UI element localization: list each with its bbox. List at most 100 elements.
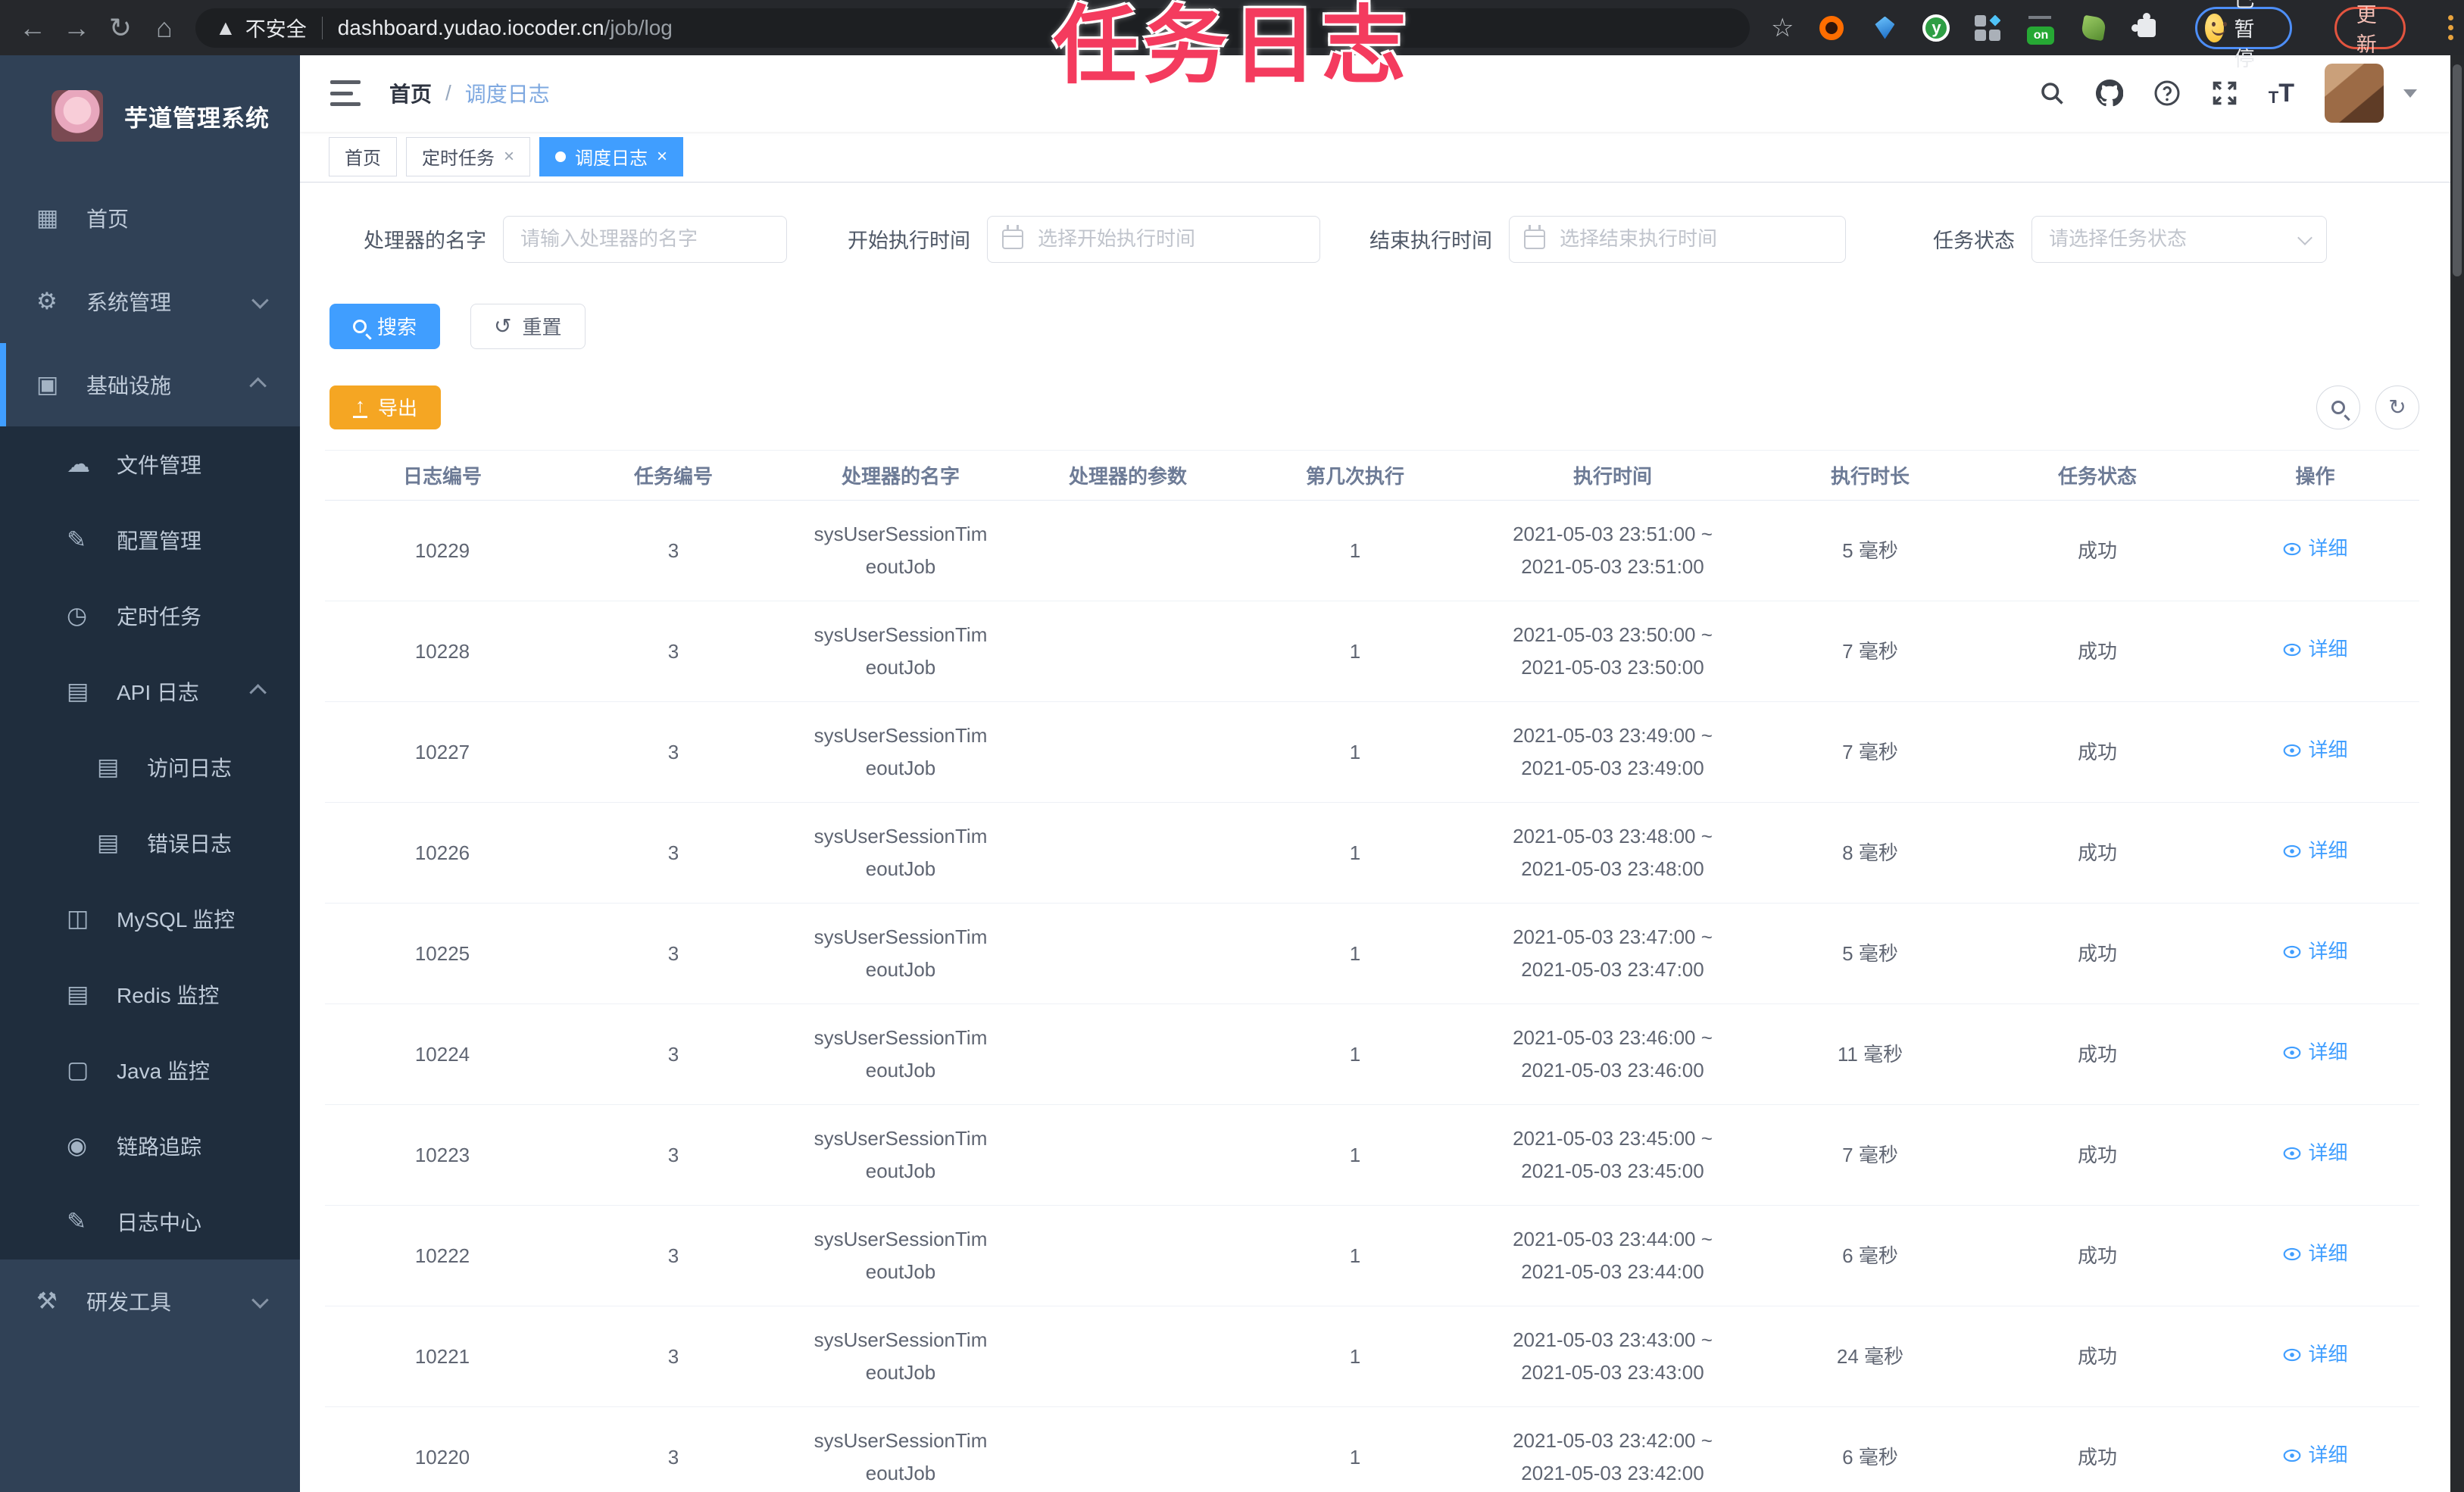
github-icon[interactable] [2095,80,2123,107]
home-icon[interactable]: ⌂ [142,7,186,49]
puzzle-extension-icon[interactable] [2131,12,2162,43]
hamburger-icon[interactable] [330,80,361,107]
end-time-label: 结束执行时间 [1369,229,1492,253]
export-button-label: 导出 [378,397,418,420]
reload-icon[interactable]: ↻ [98,7,142,49]
tab-scheduled-jobs[interactable]: 定时任务 × [406,136,531,176]
search-icon [2331,400,2345,414]
detail-link[interactable]: 详细 [2282,1036,2348,1069]
sidebar-item[interactable]: ✎ 日志中心 [0,1184,300,1259]
cell-duration: 6 毫秒 [1757,1406,1984,1492]
sidebar-item[interactable]: ▣ 基础设施 [0,343,300,426]
update-button[interactable]: 更新 [2334,4,2406,56]
detail-link[interactable]: 详细 [2282,1238,2348,1270]
column-header: 任务编号 [560,449,787,501]
job-status-label: 任务状态 [1933,229,2015,253]
browser-chrome: ← → ↻ ⌂ ▲ 不安全 dashboard.yudao.iocoder.cn… [0,0,2464,70]
detail-link[interactable]: 详细 [2282,633,2348,666]
export-button[interactable]: ↑ 导出 [329,385,442,429]
window-scrollbar[interactable] [2450,55,2464,1492]
search-button[interactable]: 搜索 [329,303,441,349]
sidebar-item[interactable]: ✎ 配置管理 [0,502,300,578]
handler-name-input[interactable] [503,215,787,263]
detail-link[interactable]: 详细 [2282,1439,2348,1472]
address-bar[interactable]: ▲ 不安全 dashboard.yudao.iocoder.cn/job/log [195,8,1750,48]
cell-actions: 详细 [2211,701,2419,803]
close-icon[interactable]: × [657,147,667,166]
cell-execute-index: 1 [1241,1406,1469,1492]
redis-monitor-icon: ▤ [67,981,89,1007]
sidebar-item[interactable]: ▤ Redis 监控 [0,957,300,1032]
column-header: 操作 [2211,449,2419,501]
cell-duration: 24 毫秒 [1757,1306,1984,1407]
sidebar-item[interactable]: ◫ MySQL 监控 [0,881,300,957]
refresh-table-button[interactable]: ↻ [2375,385,2419,429]
sidebar-item[interactable]: ▢ Java 监控 [0,1032,300,1108]
blue-gem-icon[interactable] [1869,13,1900,43]
sidebar-item[interactable]: ▦ 首页 [0,176,300,260]
cell-duration: 6 毫秒 [1757,1205,1984,1306]
sidebar-item-label: 文件管理 [117,454,202,477]
cell-duration: 7 毫秒 [1757,1104,1984,1206]
toggle-search-button[interactable] [2316,385,2360,429]
cell-job-id: 3 [560,1104,787,1206]
top-navbar: 首页 / 调度日志 TT [300,55,2450,132]
detail-link[interactable]: 详细 [2282,1137,2348,1169]
app-logo-row[interactable]: 芋道管理系统 [0,55,300,176]
cell-status: 成功 [1984,701,2211,803]
detail-link[interactable]: 详细 [2282,1338,2348,1371]
begin-time-input[interactable] [987,215,1320,263]
sidebar-item[interactable]: ☁ 文件管理 [0,426,300,502]
sidebar-item[interactable]: ▤ API 日志 [0,654,300,729]
sidebar-item-label: 研发工具 [86,1291,172,1314]
main-panel: 首页 / 调度日志 TT 首页 定时任务 × 调度日志 × 处理器的名字 请输入… [300,55,2450,1492]
detail-link[interactable]: 详细 [2282,835,2348,867]
end-time-input[interactable] [1509,215,1846,263]
detail-link[interactable]: 详细 [2282,532,2348,565]
cell-execute-index: 1 [1241,601,1469,702]
forward-icon[interactable]: → [55,7,98,49]
bookmark-star-icon[interactable]: ☆ [1771,13,1794,43]
breadcrumb-home[interactable]: 首页 [389,78,432,108]
cell-actions: 详细 [2211,1306,2419,1407]
mysql-monitor-icon: ◫ [67,905,89,932]
detail-link[interactable]: 详细 [2282,734,2348,766]
paused-badge[interactable]: 已暂停 [2195,0,2292,70]
cell-handler-name: sysUserSessionTimeoutJob [787,701,1014,803]
tab-home[interactable]: 首页 [329,136,397,176]
sidebar-item[interactable]: ⚙ 系统管理 [0,260,300,343]
detail-link[interactable]: 详细 [2282,935,2348,968]
sidebar-section: ▤ API 日志 ▤ 访问日志 ▤ 错误日志 [0,654,300,881]
close-icon[interactable]: × [504,147,514,166]
scrollbar-thumb[interactable] [2453,64,2462,276]
caret-down-icon[interactable] [2403,89,2417,98]
kebab-menu-icon[interactable] [2448,15,2453,40]
font-size-icon[interactable]: TT [2269,80,2294,106]
back-icon[interactable]: ← [11,7,55,49]
green-sprout-icon[interactable] [2078,13,2109,43]
fullscreen-icon[interactable] [2211,80,2238,107]
orange-ring-icon[interactable] [1816,13,1847,43]
sidebar-item[interactable]: ◉ 链路追踪 [0,1108,300,1184]
sidebar-item[interactable]: ◷ 定时任务 [0,578,300,654]
sidebar-item[interactable]: ▤ 错误日志 [0,805,300,881]
search-icon[interactable] [2038,80,2066,107]
cell-handler-param [1014,903,1241,1004]
sidebar-section: ▣ 基础设施 ☁ 文件管理 ✎ 配置管理 ◷ 定时任务 ▤ API 日志 ▤ 访问日志 ▤ 错误日志 ◫ My… [0,343,300,1259]
on-toggle-icon[interactable]: on [2025,13,2056,45]
job-status-select[interactable] [2031,215,2327,263]
cell-log-id: 10222 [325,1205,560,1306]
sidebar-item[interactable]: ⚒ 研发工具 [0,1259,300,1343]
help-icon[interactable] [2153,80,2181,107]
table-row: 10223 3 sysUserSessionTimeoutJob 1 2021-05-0… [325,1104,2419,1206]
reset-button-label: 重置 [522,316,562,339]
cell-job-id: 3 [560,1406,787,1492]
sidebar-item[interactable]: ▤ 访问日志 [0,729,300,805]
tab-job-log[interactable]: 调度日志 × [539,136,684,176]
cell-handler-param [1014,1406,1241,1492]
reset-button[interactable]: ↺ 重置 [470,303,586,349]
cell-handler-param [1014,701,1241,803]
avatar[interactable] [2325,64,2384,123]
green-y-icon[interactable]: y [1922,14,1950,42]
tab-grid-icon[interactable] [1972,13,2003,43]
